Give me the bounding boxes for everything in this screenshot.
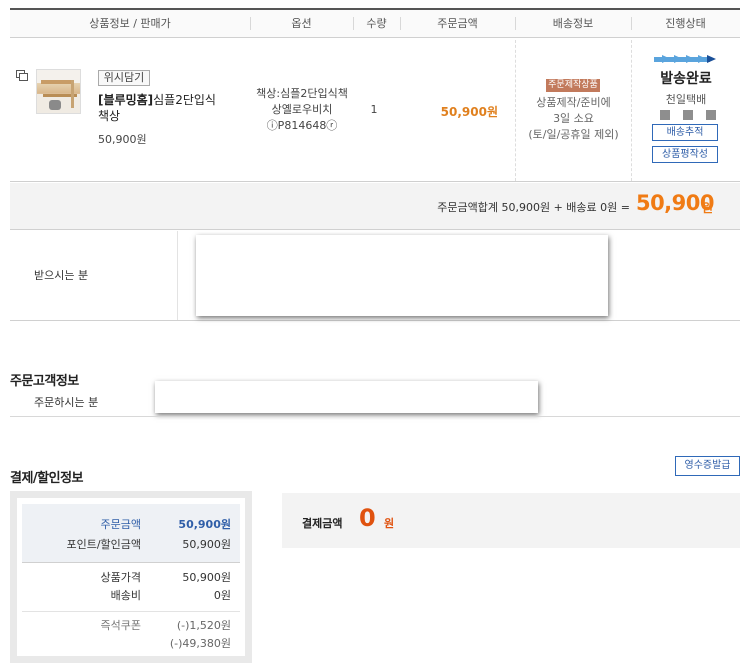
header-option: 옵션 — [250, 10, 353, 37]
final-payment-currency: 원 — [384, 517, 395, 530]
product-price: 50,900원 — [98, 133, 147, 146]
redacted-recipient-info — [196, 235, 608, 316]
column-divider — [631, 40, 632, 181]
option-line: 상옐로우비치 — [271, 103, 333, 116]
redacted-customer-info — [155, 381, 538, 413]
payment-info-title: 결제/할인정보 — [10, 471, 84, 486]
payment-breakdown: 주문금액 50,900원 포인트/할인금액 50,900원 상품가격 50,90… — [10, 491, 252, 663]
option-code: ⓘP814648ⓡ — [266, 119, 338, 132]
shipping-fee-value: 0원 — [213, 589, 231, 602]
header-status: 진행상태 — [631, 10, 740, 37]
shipping-line: (토/일/공휴일 제외) — [528, 128, 619, 141]
total-summary: 주문금액합계 50,900원 + 배송료 0원 = — [437, 201, 630, 214]
product-thumbnail[interactable] — [36, 69, 81, 114]
coupon-label: 즉석쿠폰 — [100, 619, 141, 632]
header-product: 상품정보 / 판매가 — [89, 17, 171, 30]
final-payment-amount: 0 — [359, 504, 376, 532]
order-amount-label: 주문금액 — [100, 518, 141, 531]
product-brand: [블루밍홈] — [98, 93, 154, 107]
order-total-bar: 주문금액합계 50,900원 + 배송료 0원 = 50,900 — [10, 183, 740, 230]
item-amount: 50,900원 — [440, 105, 498, 119]
recipient-label: 받으시는 분 — [34, 269, 89, 282]
product-name-line1: 심플2단입식 — [153, 93, 216, 107]
header-qty: 수량 — [353, 10, 400, 37]
carrier-name: 천일택배 — [665, 93, 707, 106]
goods-price-label: 상품가격 — [100, 571, 141, 584]
shipping-fee-label: 배송비 — [110, 589, 141, 602]
points-discount-value: 50,900원 — [182, 538, 231, 551]
progress-arrows-icon — [654, 55, 716, 64]
option-line: 책상:심플2단입식책 — [256, 87, 348, 100]
column-divider — [177, 231, 178, 320]
shipping-info: 상품제작/준비에 3일 소요 (토/일/공휴일 제외) — [516, 95, 631, 143]
header-amount: 주문금액 — [400, 10, 515, 37]
divider — [10, 416, 740, 417]
order-status: 발송완료 — [660, 71, 712, 87]
copy-icon[interactable] — [16, 70, 28, 81]
shipping-line: 3일 소요 — [553, 112, 594, 125]
order-amount-value: 50,900원 — [178, 518, 231, 531]
shipping-line: 상품제작/준비에 — [536, 96, 611, 109]
custom-order-badge: 주문제작상품 — [546, 79, 600, 92]
product-name-line2: 책상 — [98, 109, 121, 123]
redacted-tracking — [660, 110, 716, 120]
header-shipping: 배송정보 — [515, 10, 631, 37]
item-quantity: 1 — [370, 103, 378, 116]
payment-summary-block — [22, 504, 240, 563]
product-name-link[interactable]: [블루밍홈]심플2단입식 책상 — [98, 92, 238, 124]
goods-price-value: 50,900원 — [182, 571, 231, 584]
final-payment-label: 결제금액 — [302, 517, 343, 530]
product-option: 책상:심플2단입식책 상옐로우비치 ⓘP814648ⓡ — [250, 86, 354, 134]
write-review-button[interactable]: 상품평작성 — [652, 146, 718, 163]
customer-label: 주문하시는 분 — [34, 396, 99, 409]
total-currency: 원 — [702, 201, 714, 215]
wishlist-button[interactable]: 위시담기 — [98, 70, 150, 86]
coupon-value: (-)1,520원 — [176, 619, 231, 632]
points-discount-label: 포인트/할인금액 — [66, 538, 141, 551]
customer-info-title: 주문고객정보 — [10, 374, 79, 389]
issue-receipt-button[interactable]: 영수증발급 — [675, 456, 740, 476]
coupon-extra-value: (-)49,380원 — [169, 637, 231, 650]
divider — [22, 611, 240, 612]
final-payment-box: 결제금액 0 원 — [282, 493, 740, 548]
track-delivery-button[interactable]: 배송추적 — [652, 124, 718, 141]
order-table-header: 상품정보 / 판매가 옵션 수량 주문금액 배송정보 진행상태 — [10, 8, 740, 38]
